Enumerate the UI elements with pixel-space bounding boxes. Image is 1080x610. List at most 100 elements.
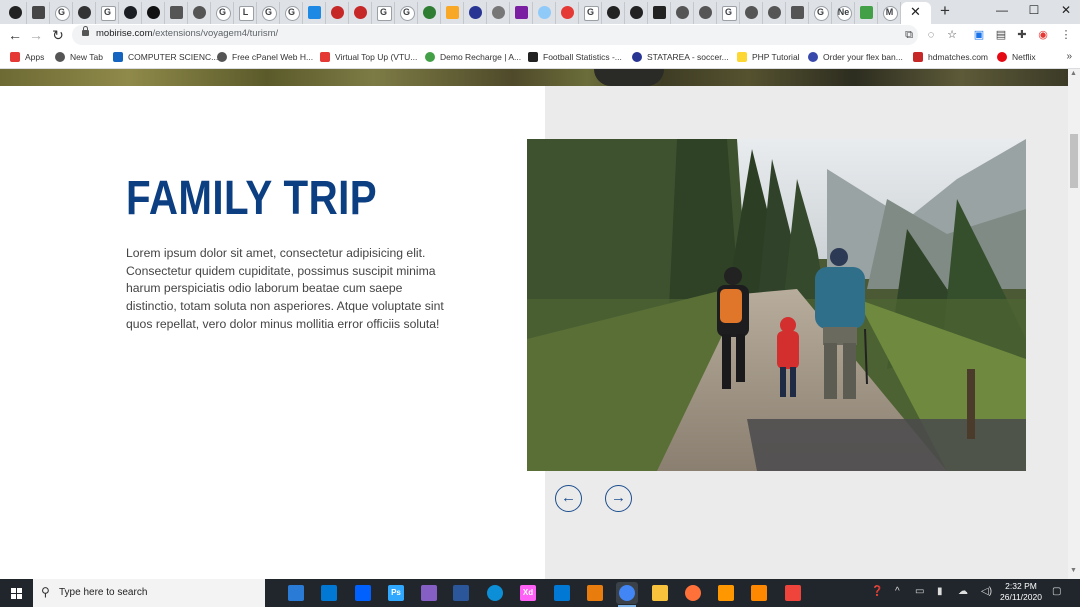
volume-icon[interactable]: ◁) <box>981 586 992 597</box>
bookmark-star-icon[interactable]: ☆ <box>945 28 959 42</box>
bookmark-item[interactable]: STATAREA - soccer... <box>632 50 729 64</box>
browser-tab[interactable] <box>464 2 487 24</box>
browser-tab[interactable] <box>556 2 579 24</box>
notifications-icon[interactable]: ▢ <box>1052 586 1061 597</box>
browser-tab[interactable] <box>349 2 372 24</box>
browser-tab[interactable]: G <box>395 2 418 24</box>
anydesk-icon[interactable] <box>782 582 804 604</box>
browser-tab[interactable] <box>510 2 533 24</box>
extensions-puzzle-icon[interactable]: ✚ <box>1015 28 1029 42</box>
carousel-next-button[interactable]: → <box>605 485 632 512</box>
new-tab-button[interactable]: + <box>936 2 954 22</box>
browser-tab[interactable]: G <box>717 2 740 24</box>
onedrive-icon[interactable]: ☁ <box>958 586 968 597</box>
forward-button[interactable]: → <box>27 26 45 44</box>
taskbar-clock[interactable]: 2:32 PM 26/11/2020 <box>1000 581 1042 603</box>
browser-tab[interactable] <box>142 2 165 24</box>
close-window-button[interactable]: ✕ <box>1050 0 1080 22</box>
lock-icon[interactable] <box>82 26 89 36</box>
browser-tab[interactable] <box>73 2 96 24</box>
browser-tab[interactable] <box>27 2 50 24</box>
bookmark-item[interactable]: Free cPanel Web H... <box>217 50 313 64</box>
vlc-icon[interactable] <box>748 582 770 604</box>
help-icon[interactable]: ❓ <box>871 586 883 597</box>
browser-tab[interactable] <box>602 2 625 24</box>
address-url[interactable]: mobirise.com/extensions/voyagem4/turism/ <box>96 28 278 39</box>
browser-tab[interactable] <box>694 2 717 24</box>
close-tab-icon[interactable]: ✕ <box>910 4 921 20</box>
eye-off-icon[interactable]: ◌ <box>924 28 938 42</box>
mail-icon[interactable] <box>551 582 573 604</box>
browser-tab[interactable]: Ne <box>832 2 855 24</box>
extension-doc-icon[interactable]: ▤ <box>994 28 1008 42</box>
browser-tab[interactable] <box>648 2 671 24</box>
browser-tab[interactable] <box>4 2 27 24</box>
network-icon[interactable]: ▭ <box>915 586 924 597</box>
extension-translate-icon[interactable]: ▣ <box>972 28 986 42</box>
edge-icon[interactable] <box>484 582 506 604</box>
browser-tab[interactable] <box>326 2 349 24</box>
carousel-prev-button[interactable]: ← <box>555 485 582 512</box>
store-icon[interactable] <box>318 582 340 604</box>
sublime-icon[interactable] <box>715 582 737 604</box>
browser-tab[interactable] <box>855 2 878 24</box>
taskbar-search-box[interactable]: ⚲ Type here to search <box>33 579 265 607</box>
browser-tab[interactable]: G <box>809 2 832 24</box>
file-explorer-icon[interactable] <box>649 582 671 604</box>
browser-tab[interactable] <box>533 2 556 24</box>
active-browser-tab[interactable]: ✕ <box>901 2 931 24</box>
start-windows-icon[interactable] <box>0 579 32 607</box>
browser-tab[interactable]: G <box>50 2 73 24</box>
bookmarks-overflow-button[interactable]: » <box>1066 51 1072 62</box>
browser-tab[interactable]: G <box>579 2 602 24</box>
browser-tab[interactable] <box>303 2 326 24</box>
tray-chevron-icon[interactable]: ^ <box>895 586 900 597</box>
browser-tab[interactable] <box>119 2 142 24</box>
browser-tab[interactable]: M <box>878 2 901 24</box>
firefox-icon[interactable] <box>682 582 704 604</box>
bookmark-item[interactable]: Order your flex ban... <box>808 50 903 64</box>
bookmark-item[interactable]: Virtual Top Up (VTU... <box>320 50 417 64</box>
browser-tab[interactable]: G <box>211 2 234 24</box>
chrome-icon[interactable] <box>616 582 638 607</box>
browser-tab[interactable] <box>188 2 211 24</box>
browser-tab[interactable] <box>418 2 441 24</box>
browser-tab[interactable] <box>165 2 188 24</box>
task-view-icon[interactable] <box>285 582 307 604</box>
browser-tab[interactable]: G <box>372 2 395 24</box>
browser-tab[interactable]: G <box>280 2 303 24</box>
address-bar[interactable]: mobirise.com/extensions/voyagem4/turism/ <box>72 25 918 45</box>
broadcast-icon[interactable]: ◉ <box>1036 28 1050 42</box>
menu-kebab-icon[interactable]: ⋮ <box>1059 28 1073 42</box>
bookmark-item[interactable]: Football Statistics -... <box>528 50 622 64</box>
scroll-up-icon[interactable]: ▲ <box>1070 70 1077 77</box>
translate-icon[interactable]: ⧉ <box>902 28 916 42</box>
browser-tab[interactable] <box>441 2 464 24</box>
bookmark-item[interactable]: PHP Tutorial <box>737 50 800 64</box>
photoshop-icon[interactable]: Ps <box>385 582 407 604</box>
browser-tab[interactable]: G <box>257 2 280 24</box>
word-icon[interactable] <box>450 582 472 604</box>
page-scrollbar[interactable]: ▲ ▼ <box>1068 69 1080 579</box>
browser-tab[interactable] <box>740 2 763 24</box>
browser-tab[interactable] <box>487 2 510 24</box>
browser-tab[interactable]: G <box>96 2 119 24</box>
bookmark-item[interactable]: COMPUTER SCIENC... <box>113 50 218 64</box>
bookmark-item[interactable]: hdmatches.com <box>913 50 988 64</box>
browser-tab[interactable] <box>763 2 786 24</box>
bookmark-item[interactable]: Demo Recharge | A... <box>425 50 521 64</box>
bookmark-item[interactable]: Netflix <box>997 50 1036 64</box>
reload-button[interactable]: ↻ <box>49 26 67 44</box>
adobe-xd-icon[interactable]: Xd <box>517 582 539 604</box>
minimize-button[interactable]: — <box>986 0 1018 22</box>
blender-icon[interactable] <box>584 582 606 604</box>
battery-icon[interactable]: ▮ <box>937 586 943 597</box>
browser-tab[interactable] <box>786 2 809 24</box>
maximize-button[interactable]: ☐ <box>1018 0 1050 22</box>
browser-tab[interactable] <box>625 2 648 24</box>
visual-studio-icon[interactable] <box>418 582 440 604</box>
browser-tab[interactable] <box>671 2 694 24</box>
browser-tab[interactable]: L <box>234 2 257 24</box>
dropbox-icon[interactable] <box>352 582 374 604</box>
bookmark-item[interactable]: Apps <box>10 50 44 64</box>
